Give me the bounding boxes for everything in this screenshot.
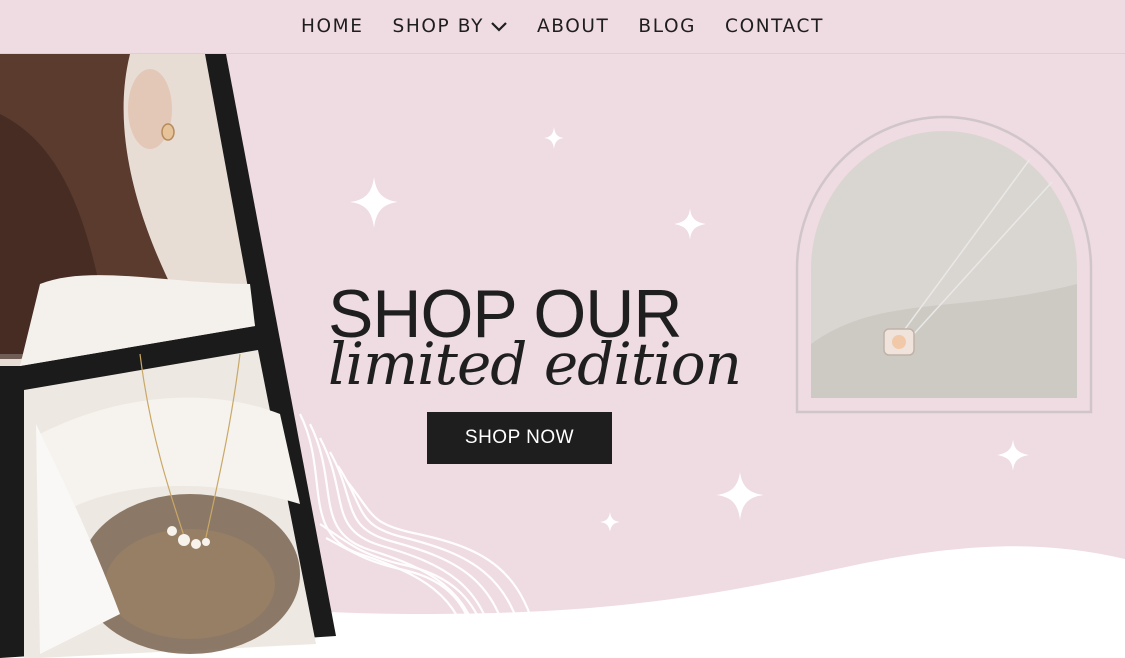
- sparkle-icon: [544, 127, 564, 149]
- sparkle-icon: [600, 512, 620, 532]
- shop-now-button[interactable]: SHOP NOW: [427, 412, 612, 464]
- main-nav: HOME SHOP BY ABOUT BLOG CONTACT: [0, 0, 1125, 54]
- nav-contact[interactable]: CONTACT: [725, 16, 824, 37]
- sparkle-icon: [997, 439, 1029, 471]
- film-strip-photos: [0, 54, 336, 658]
- nav-blog[interactable]: BLOG: [638, 16, 696, 37]
- hero-banner: SHOP OUR limited edition SHOP NOW: [0, 54, 1125, 658]
- chevron-down-icon: [491, 21, 507, 32]
- arch-photo-frame: [795, 115, 1093, 414]
- nav-about[interactable]: ABOUT: [537, 16, 609, 37]
- sparkle-icon: [716, 472, 764, 520]
- nav-home[interactable]: HOME: [301, 16, 364, 37]
- headline-script: limited edition: [328, 330, 742, 398]
- hero-headline: SHOP OUR limited edition: [328, 280, 742, 398]
- sparkle-icon: [350, 177, 398, 228]
- sparkle-icon: [674, 208, 706, 240]
- nav-shop-by[interactable]: SHOP BY: [393, 16, 508, 37]
